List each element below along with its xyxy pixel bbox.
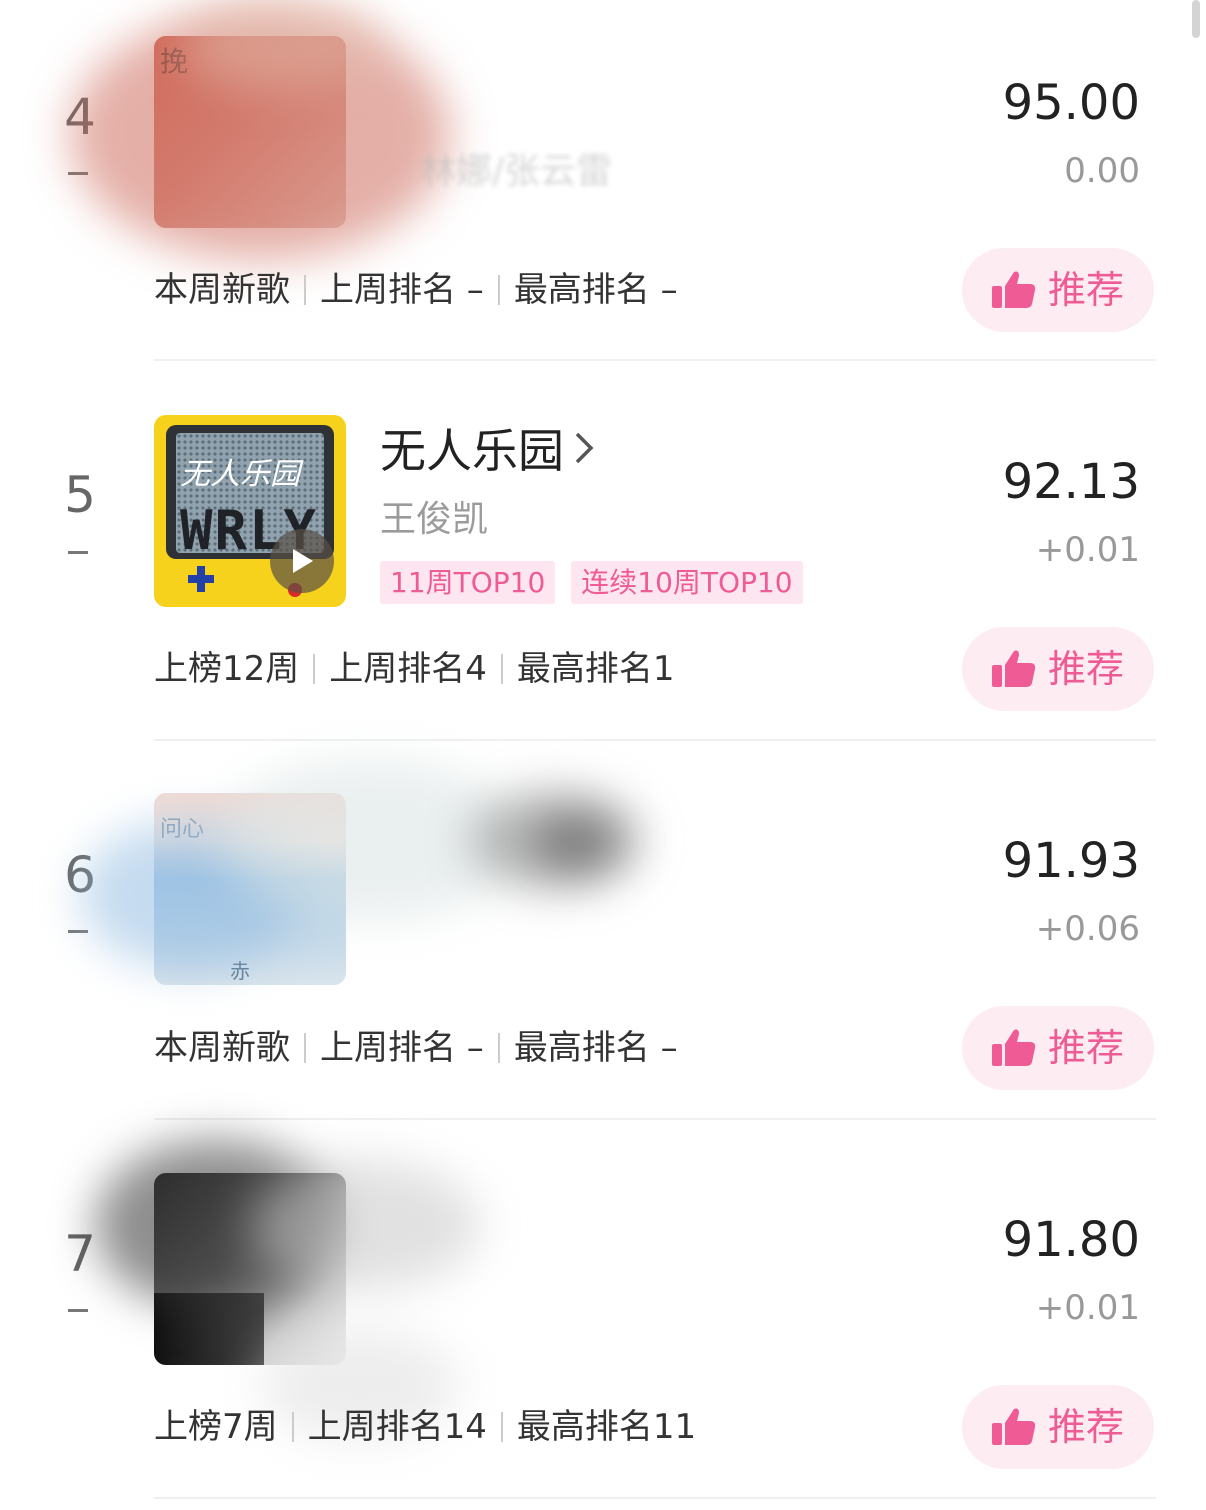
row-divider [154, 1497, 1156, 1499]
divider [500, 1412, 503, 1442]
last-week-rank: 上周排名 – [320, 1028, 484, 1068]
score-value: 95.00 [1002, 75, 1140, 131]
recommend-button[interactable]: 推荐 [962, 1385, 1154, 1469]
thumbs-up-icon [991, 1029, 1036, 1066]
divider [291, 1412, 294, 1442]
last-week-rank: 上周排名4 [329, 649, 487, 689]
song-title-link[interactable]: 无人乐园 [380, 428, 594, 474]
recommend-button[interactable]: 推荐 [962, 1006, 1154, 1090]
thumbs-up-icon [991, 650, 1036, 687]
chart-meta: 本周新歌 上周排名 – 最高排名 – [154, 1031, 678, 1065]
artist-name[interactable]: 林娜/张云雷 [420, 154, 612, 190]
privacy-blur [180, 0, 380, 90]
privacy-blur [530, 815, 620, 870]
divider [497, 275, 500, 305]
divider [497, 1033, 500, 1063]
privacy-blur [250, 1160, 480, 1290]
score-value: 91.93 [1002, 833, 1140, 889]
row-divider [154, 739, 1156, 741]
recommend-label: 推荐 [1047, 1026, 1124, 1070]
weeks-on-chart: 上榜7周 [154, 1407, 278, 1447]
thumbs-up-icon [991, 1408, 1036, 1445]
peak-rank: 最高排名 – [513, 270, 678, 310]
cover-title: 无人乐园 [180, 457, 300, 492]
last-week-rank: 上周排名14 [307, 1407, 487, 1447]
divider [304, 275, 306, 305]
chart-meta: 上榜7周 上周排名14 最高排名11 [154, 1410, 696, 1444]
rank-number: 7 [64, 1225, 96, 1283]
divider [500, 654, 503, 684]
recommend-label: 推荐 [1047, 647, 1124, 691]
score-delta: +0.06 [1035, 909, 1140, 949]
peak-rank: 最高排名1 [516, 649, 675, 689]
score-delta: 0.00 [1064, 151, 1140, 191]
score-delta: +0.01 [1035, 1288, 1140, 1328]
score-value: 92.13 [1002, 454, 1140, 510]
score-value: 91.80 [1002, 1212, 1140, 1268]
peak-rank: 最高排名11 [516, 1407, 697, 1447]
recommend-label: 推荐 [1047, 1405, 1124, 1449]
last-week-rank: 上周排名 – [320, 270, 484, 310]
tag-badge: 11周TOP10 [380, 561, 556, 604]
song-title: 无人乐园 [380, 424, 564, 478]
album-cover[interactable]: 无人乐园 WRLY [154, 415, 346, 607]
recommend-button[interactable]: 推荐 [962, 248, 1154, 332]
chart-meta: 本周新歌 上周排名 – 最高排名 – [154, 273, 678, 307]
dpad-icon [197, 566, 205, 592]
score-delta: +0.01 [1035, 530, 1140, 570]
tag-list: 11周TOP10 连续10周TOP10 [380, 561, 803, 604]
row-divider [154, 359, 1156, 361]
chevron-right-icon [574, 431, 594, 472]
no-change-dash-icon [68, 551, 88, 554]
play-icon[interactable] [270, 529, 334, 593]
no-change-dash-icon [68, 1309, 88, 1312]
row-divider [154, 1118, 1156, 1120]
weeks-on-chart: 上榜12周 [154, 649, 300, 689]
no-change-dash-icon [68, 930, 88, 933]
chart-meta: 上榜12周 上周排名4 最高排名1 [154, 652, 675, 686]
divider [304, 1033, 306, 1063]
weeks-on-chart: 本周新歌 [154, 1028, 290, 1068]
recommend-button[interactable]: 推荐 [962, 627, 1154, 711]
recommend-label: 推荐 [1047, 268, 1124, 312]
thumbs-up-icon [991, 271, 1036, 308]
rank-number: 5 [64, 466, 96, 524]
weeks-on-chart: 本周新歌 [154, 270, 290, 310]
scrollbar[interactable] [1192, 0, 1200, 38]
divider [313, 654, 316, 684]
tag-badge: 连续10周TOP10 [571, 561, 803, 604]
artist-name[interactable]: 王俊凯 [380, 502, 488, 538]
peak-rank: 最高排名 – [513, 1028, 678, 1068]
